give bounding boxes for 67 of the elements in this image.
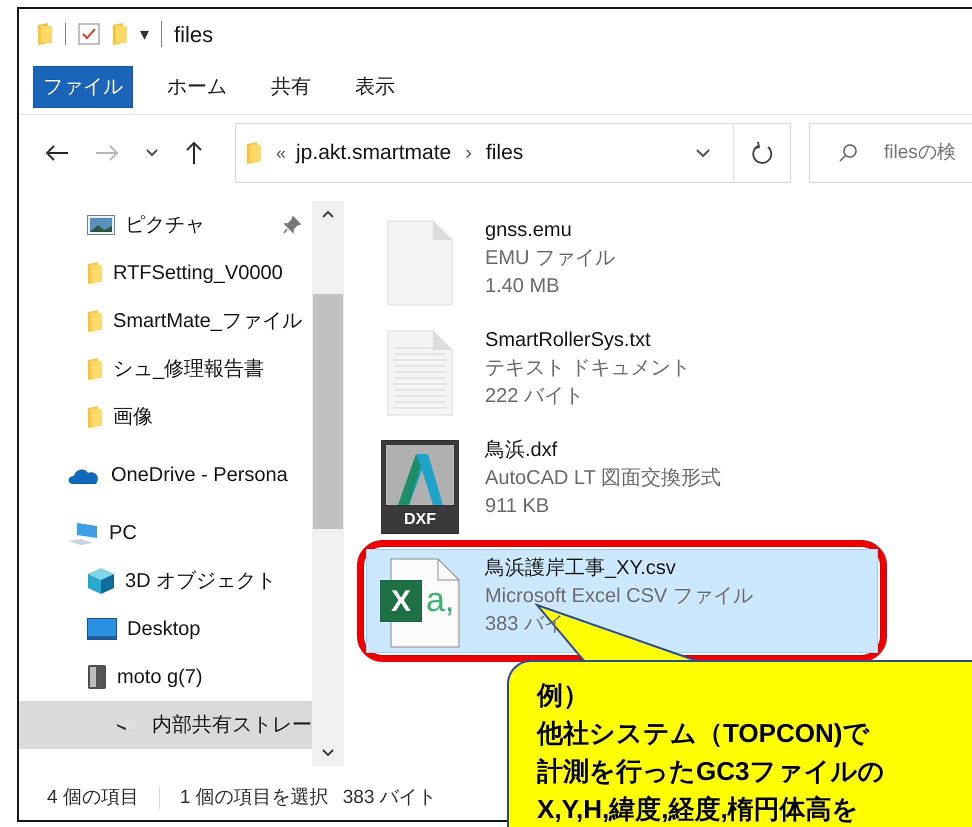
folder-icon	[87, 358, 103, 380]
path-segment[interactable]: files	[486, 137, 524, 169]
overflow-chevron[interactable]: «	[276, 140, 286, 166]
nav-item[interactable]: 画像	[19, 393, 312, 441]
folder-icon	[246, 142, 262, 164]
blank-file-icon	[387, 220, 453, 306]
status-text: 1 個の項目を選択	[180, 786, 329, 810]
text-file-icon	[387, 330, 453, 416]
ribbon-tab[interactable]: 表示	[345, 66, 405, 108]
status-text: 4 個の項目	[47, 786, 139, 810]
folder-icon	[112, 23, 128, 45]
chevron-down-icon[interactable]	[695, 148, 711, 158]
file-size: 1.40 MB	[485, 274, 560, 299]
file-type: EMU ファイル	[485, 246, 615, 271]
window-title: files	[174, 20, 214, 48]
desktop-icon	[87, 618, 117, 640]
folder-icon	[37, 23, 53, 45]
file-name: 鳥浜護岸工事_XY.csv	[485, 556, 677, 581]
search-icon	[838, 143, 858, 163]
file-size: 911 KB	[485, 494, 550, 519]
nav-item[interactable]: PC	[19, 509, 312, 557]
folder-icon	[87, 310, 103, 332]
ribbon-tab[interactable]: ファイル	[33, 66, 133, 108]
file-item[interactable]: SmartRollerSys.txt テキスト ドキュメント 222 バイト	[366, 321, 896, 421]
file-size: 222 バイト	[485, 384, 585, 409]
file-name: 鳥浜.dxf	[485, 438, 558, 463]
file-name: SmartRollerSys.txt	[485, 328, 652, 353]
dxf-file-icon: DXF	[381, 440, 459, 534]
file-type: AutoCAD LT 図面交換形式	[485, 466, 721, 491]
search-field[interactable]: filesの検	[809, 123, 972, 183]
file-item[interactable]: DXF 鳥浜.dxf AutoCAD LT 図面交換形式 911 KB	[366, 431, 896, 539]
status-text: 383 バイト	[342, 786, 437, 810]
folder-icon	[87, 406, 103, 428]
ribbon-tab[interactable]: 共有	[261, 66, 321, 108]
checkbox-icon	[78, 23, 100, 45]
file-item[interactable]: gnss.emu EMU ファイル 1.40 MB	[366, 211, 896, 311]
nav-item[interactable]: 3D オブジェクト	[19, 557, 312, 605]
nav-item[interactable]: ピクチャ	[19, 201, 312, 249]
up-arrow-icon[interactable]	[185, 141, 203, 165]
address-bar[interactable]: « jp.akt.smartmate › files	[235, 123, 791, 183]
ribbon-tab[interactable]: ホーム	[157, 66, 237, 108]
file-name: gnss.emu	[485, 218, 573, 243]
nav-item[interactable]: RTFSetting_V0000	[19, 249, 312, 297]
computer-icon	[67, 521, 99, 545]
nav-item[interactable]: SmartMate_ファイル	[19, 297, 312, 345]
file-type: テキスト ドキュメント	[485, 356, 691, 381]
path-segment[interactable]: jp.akt.smartmate	[296, 137, 452, 169]
nav-item[interactable]: OneDrive - Persona	[19, 451, 312, 499]
scrollbar[interactable]	[312, 201, 344, 766]
scroll-thumb[interactable]	[313, 294, 343, 529]
scroll-down-icon[interactable]	[321, 748, 335, 758]
customize-dropdown[interactable]: ▾	[140, 20, 149, 48]
scroll-up-icon[interactable]	[321, 209, 335, 219]
picture-icon	[87, 215, 115, 235]
file-type: Microsoft Excel CSV ファイル	[485, 584, 753, 609]
back-icon[interactable]	[45, 144, 69, 162]
nav-item[interactable]: Desktop	[19, 605, 312, 653]
callout-text: 例） 他社システム（TOPCON)で 計測を行ったGC3ファイルの X,Y,H,緯度,経度,楕円体高を	[537, 679, 886, 826]
nav-item[interactable]: moto g(7)	[19, 653, 312, 701]
nav-item[interactable]: シュ_修理報告書	[19, 345, 312, 393]
nav-item[interactable]: 内部共有ストレー	[19, 701, 312, 749]
drive-icon	[115, 718, 142, 732]
phone-icon	[87, 664, 107, 690]
chevron-down-icon[interactable]	[145, 148, 159, 158]
path-separator[interactable]: ›	[465, 138, 472, 168]
cube-icon	[87, 567, 115, 595]
folder-icon	[87, 262, 103, 284]
